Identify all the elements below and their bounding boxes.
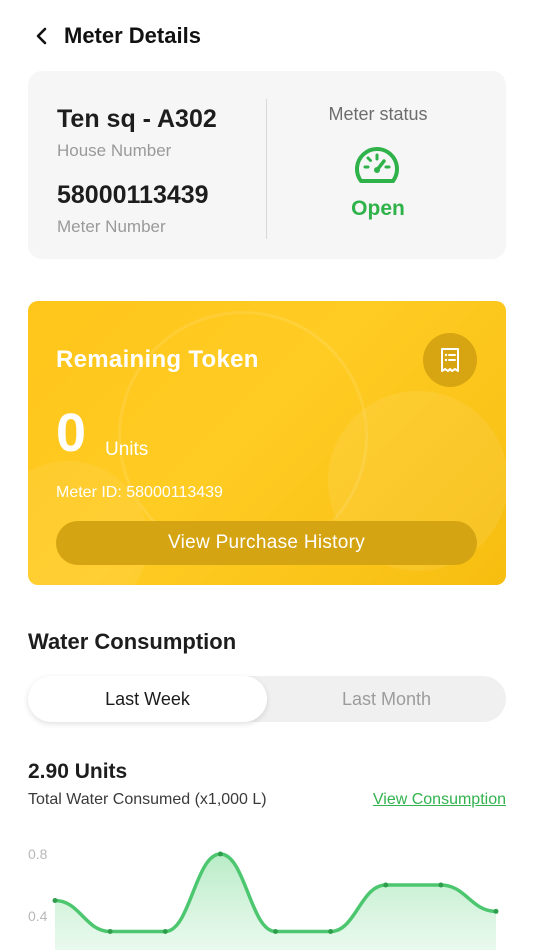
chart-point: [273, 929, 278, 934]
tab-last-month[interactable]: Last Month: [267, 676, 506, 722]
token-value: 0: [56, 403, 87, 463]
chart-point: [328, 929, 334, 934]
speedometer-icon: [355, 147, 399, 183]
view-consumption-link[interactable]: View Consumption: [373, 791, 506, 809]
house-number-value: Ten sq - A302: [57, 105, 217, 133]
chart-point: [493, 908, 499, 914]
chart-point: [162, 929, 168, 934]
receipt-button[interactable]: [423, 333, 477, 387]
chevron-left-icon: [36, 27, 47, 45]
receipt-icon: [441, 348, 459, 372]
chart-point: [107, 929, 113, 934]
meter-status-label: Meter status: [328, 104, 428, 124]
header: Meter Details: [0, 0, 534, 72]
house-number-label: House Number: [57, 141, 172, 160]
consumption-area: [55, 854, 496, 950]
card-divider: [266, 99, 267, 239]
chart-point: [52, 898, 58, 903]
period-toggle: Last Week Last Month: [28, 676, 506, 722]
chart-point: [438, 882, 444, 888]
page-title: Meter Details: [64, 23, 201, 48]
meter-details-screen: Meter Details Ten sq - A302 House Number…: [0, 0, 534, 950]
remaining-token-title: Remaining Token: [56, 346, 259, 373]
total-units-caption: Total Water Consumed (x1,000 L): [28, 791, 267, 808]
consumption-chart: 0.8 0.4: [28, 846, 499, 950]
meter-id-value: 58000113439: [126, 484, 223, 501]
meter-info-card: Ten sq - A302 House Number 58000113439 M…: [28, 71, 506, 259]
view-purchase-history-button[interactable]: View Purchase History: [56, 521, 477, 565]
meter-number-value: 58000113439: [57, 181, 209, 209]
chart-point: [217, 851, 223, 857]
tab-last-week[interactable]: Last Week: [28, 676, 267, 722]
meter-id: Meter ID: 58000113439: [56, 484, 223, 502]
meter-status-value: Open: [351, 197, 405, 220]
total-units: 2.90 Units: [28, 760, 128, 783]
meter-number-label: Meter Number: [57, 217, 166, 236]
chart-point: [383, 882, 389, 888]
meter-id-label: Meter ID:: [56, 484, 122, 501]
water-consumption-title: Water Consumption: [28, 629, 237, 654]
y-tick-label: 0.4: [28, 908, 48, 924]
remaining-token-card: Remaining Token 0 Units Meter ID: 580001…: [28, 301, 506, 585]
back-button[interactable]: [28, 22, 56, 50]
token-unit: Units: [105, 439, 149, 460]
y-tick-label: 0.8: [28, 846, 48, 862]
